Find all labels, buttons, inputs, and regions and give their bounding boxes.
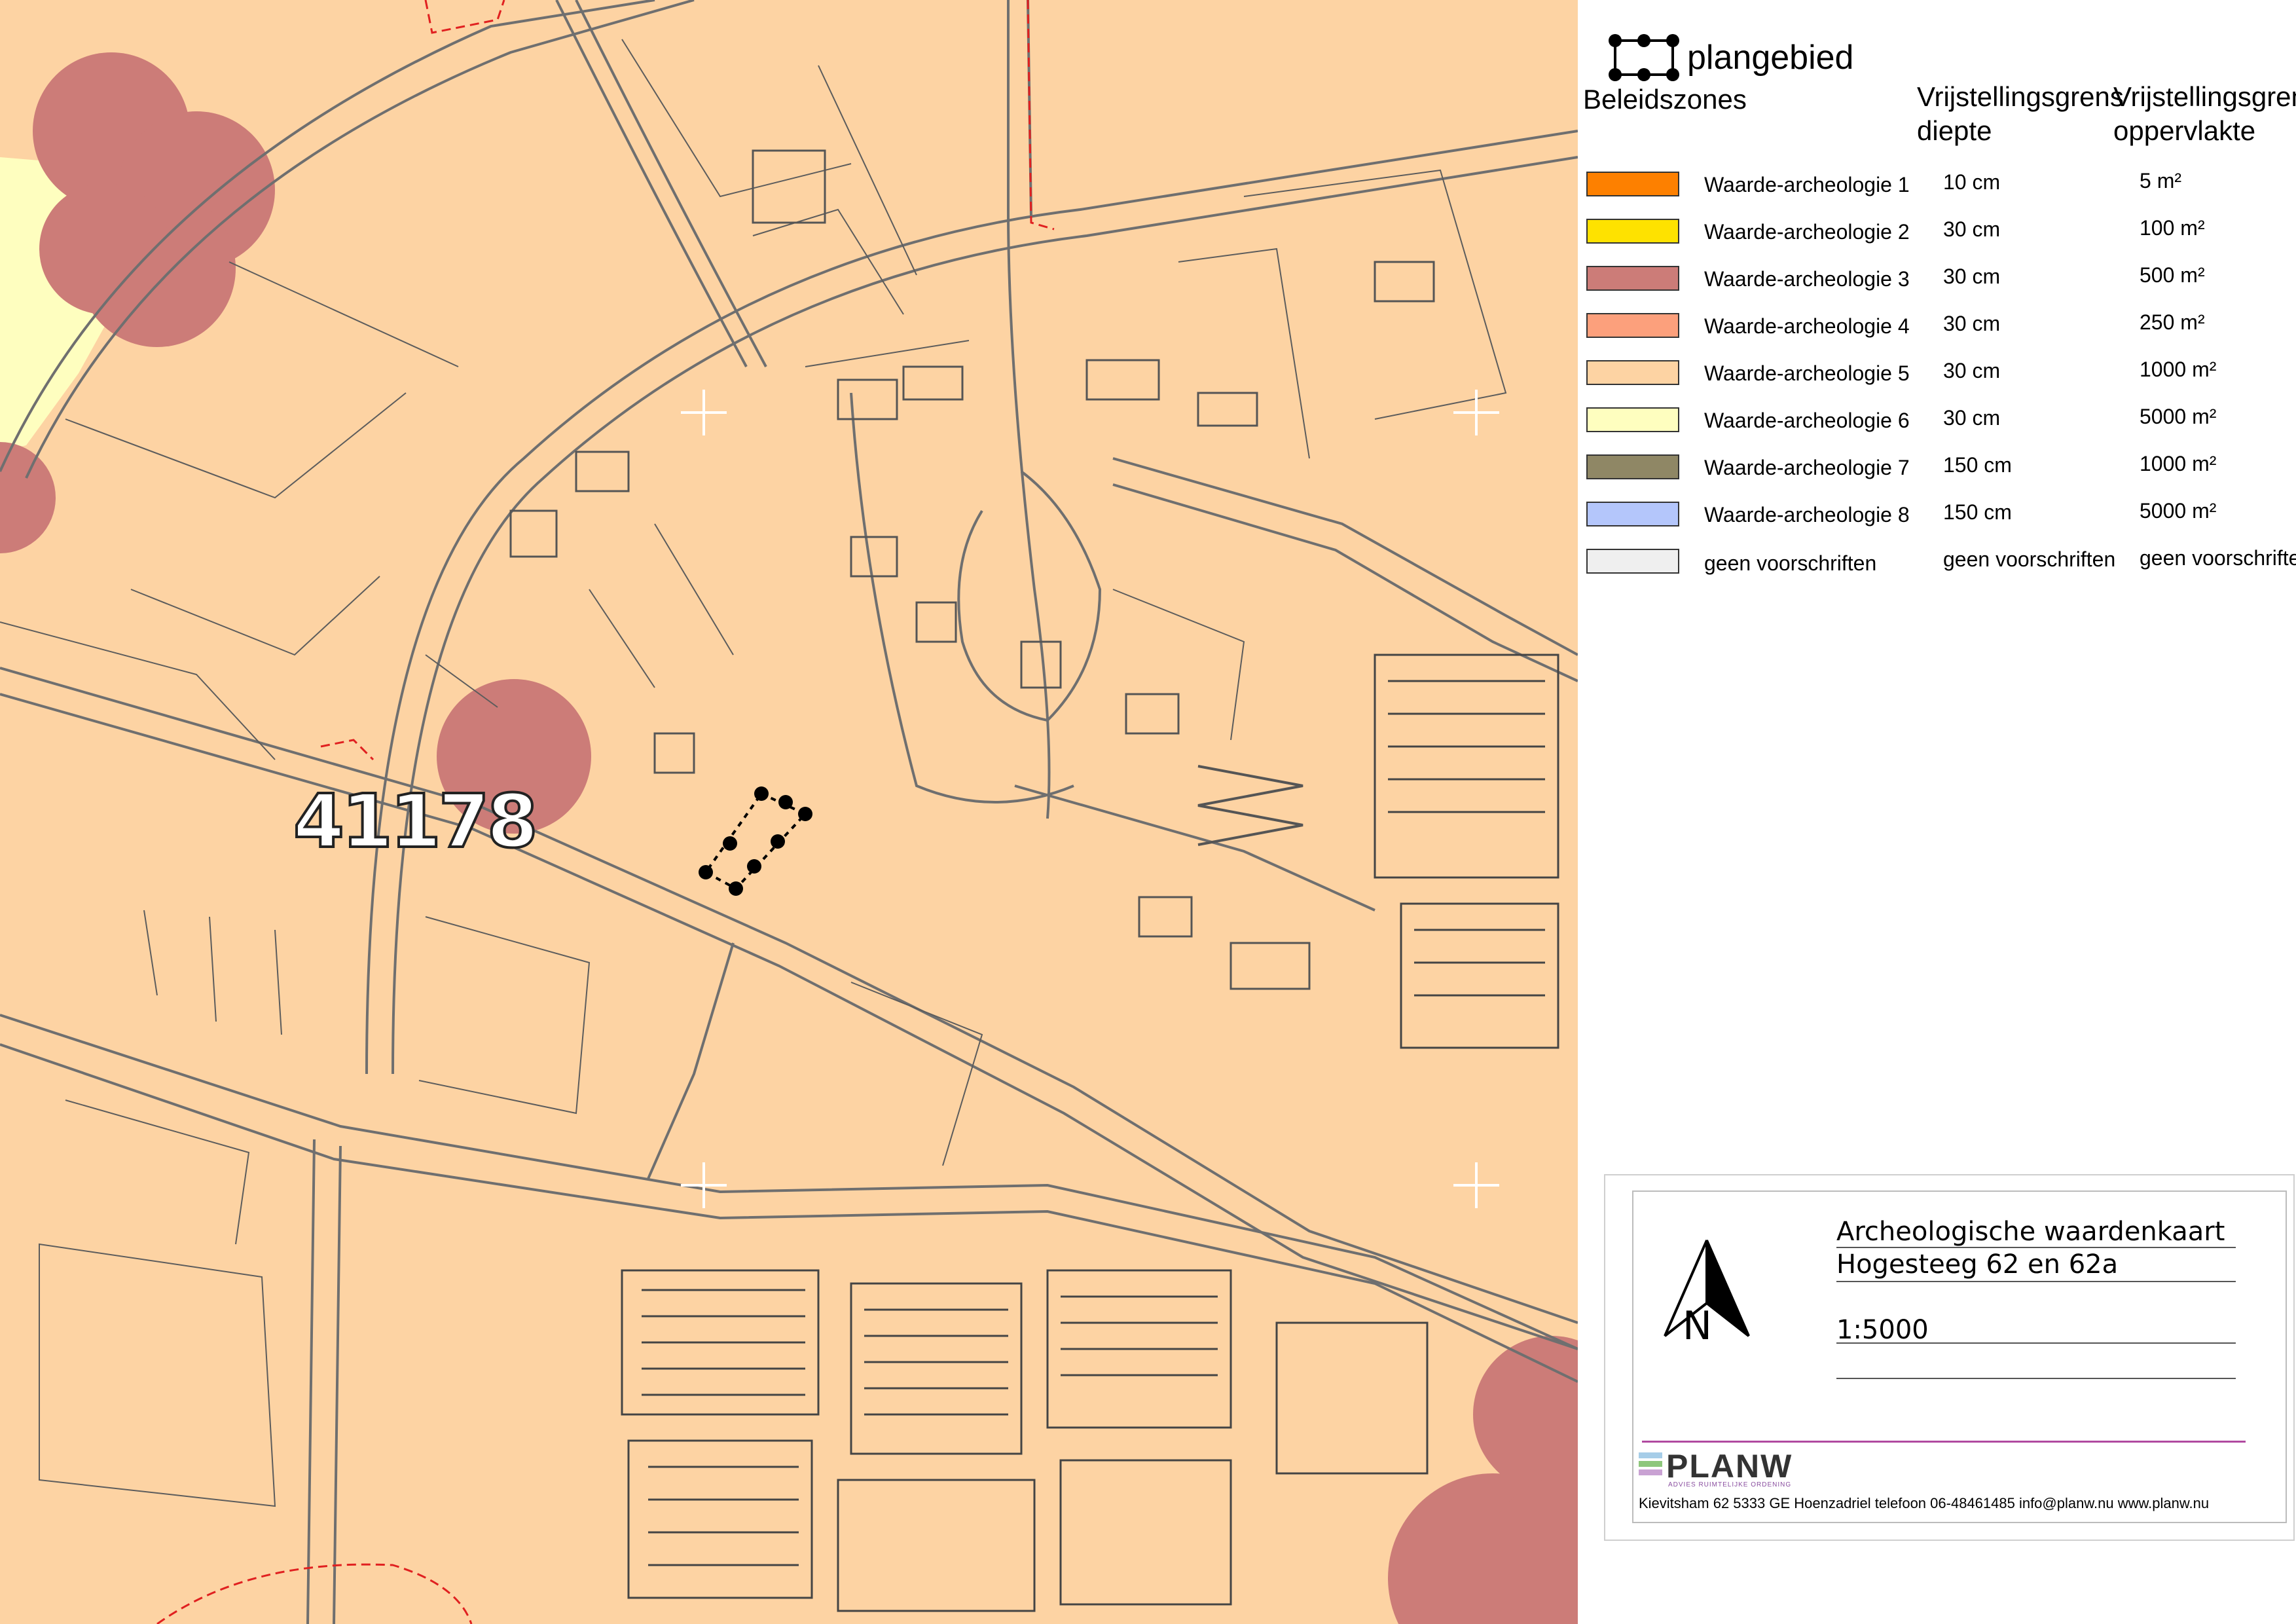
legend-zone-area: 500 m² [2140,263,2205,287]
zigzag-feature [1197,765,1303,846]
legend-zone-name: Waarde-archeologie 2 [1704,220,1910,244]
legend-swatch [1586,454,1679,479]
legend-zone-area: 5000 m² [2140,405,2217,428]
company-contact-footer: Kievitsham 62 5333 GE Hoenzadriel telefo… [1639,1495,2210,1511]
legend-zone-depth: 30 cm [1943,312,2001,335]
legend-zone-depth: geen voorschriften [1943,547,2116,571]
legend-zone-area: 1000 m² [2140,452,2217,475]
scale-underline [1836,1342,2236,1344]
legend-zone-name: Waarde-archeologie 1 [1704,173,1910,196]
plangebied-legend-icon [1609,34,1679,81]
buildings [509,149,1435,990]
map-title: Archeologische waardenkaart [1836,1217,2225,1247]
legend-zone-name: Waarde-archeologie 6 [1704,409,1910,432]
legend-swatch [1586,219,1679,244]
planw-logo-subtitle: ADVIES RUIMTELIJKE ORDENING [1668,1481,1792,1488]
plangebied-outline [699,786,812,896]
map-drawing [0,0,1578,1624]
legend-zone-name: Waarde-archeologie 8 [1704,503,1910,526]
legend-zone-area: geen voorschriften [2140,546,2296,570]
plangebied-legend-label: plangebied [1687,39,1854,77]
legend-swatch [1586,313,1679,338]
legend-zone-depth: 30 cm [1943,359,2001,382]
subtitle-underline [1836,1281,2236,1282]
zone-waarde-3 [0,52,1578,1624]
area-column-header: Vrijstellingsgrens oppervlakte [2113,81,2296,146]
legend-zone-area: 100 m² [2140,216,2205,240]
legend-zone-name: Waarde-archeologie 3 [1704,267,1910,291]
footer-rule [1642,1441,2246,1443]
legend-swatch [1586,502,1679,526]
north-label: N [1683,1303,1712,1349]
planw-logo: PLANW [1666,1448,1793,1485]
legend-zone-name: Waarde-archeologie 4 [1704,314,1910,338]
map-canvas[interactable]: 41178 [0,0,1578,1624]
legend-zone-area: 5000 m² [2140,499,2217,523]
planw-logo-mark [1639,1452,1662,1475]
legend-swatch [1586,266,1679,291]
title-underline [1836,1247,2236,1248]
blank-underline [1836,1378,2236,1379]
legend-swatch [1586,407,1679,432]
legend-zone-depth: 30 cm [1943,217,2001,241]
legend-zone-name: geen voorschriften [1704,551,1877,575]
legend-zone-name: Waarde-archeologie 5 [1704,361,1910,385]
grid-crosses [681,390,1499,1208]
depth-column-header: Vrijstellingsgrens diepte [1917,81,2124,146]
parcel-number-label: 41178 [292,778,539,866]
boundary-lines [156,0,1055,1624]
legend-zone-depth: 150 cm [1943,453,2012,477]
map-scale: 1:5000 [1836,1315,1929,1345]
legend-zone-area: 1000 m² [2140,358,2217,381]
legend-zone-depth: 150 cm [1943,500,2012,524]
beleidszones-title: Beleidszones [1583,84,1747,115]
legend-swatch [1586,360,1679,385]
legend-zone-name: Waarde-archeologie 7 [1704,456,1910,479]
legend-zone-area: 250 m² [2140,310,2205,334]
legend-swatch [1586,549,1679,574]
map-subtitle: Hogesteeg 62 en 62a [1836,1249,2119,1280]
legend-zone-depth: 30 cm [1943,265,2001,288]
legend-swatch [1586,172,1679,196]
legend-zone-area: 5 m² [2140,169,2181,193]
legend-zone-depth: 10 cm [1943,170,2001,194]
legend-zone-depth: 30 cm [1943,406,2001,430]
